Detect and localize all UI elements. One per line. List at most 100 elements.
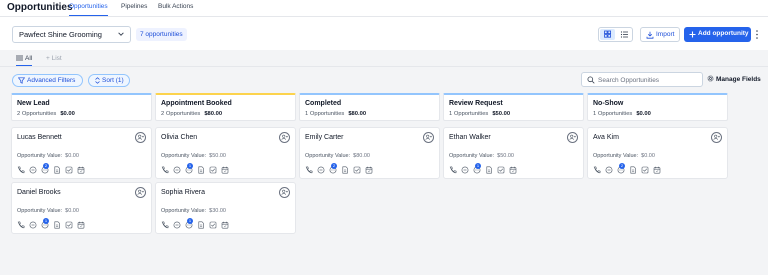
calendar-icon[interactable] [653, 166, 661, 174]
calendar-icon[interactable] [509, 166, 517, 174]
manage-fields-label: Manage Fields [716, 76, 761, 83]
import-button[interactable]: Import [640, 27, 680, 42]
stage-name: Completed [305, 100, 342, 107]
stage-count: 2 Opportunities [17, 111, 57, 117]
assign-user-icon[interactable] [135, 187, 146, 198]
opportunity-value-label: Opportunity Value: [161, 208, 207, 214]
assign-user-icon[interactable] [135, 132, 146, 143]
view-tab-all[interactable]: All [16, 55, 33, 66]
assign-user-icon[interactable] [279, 132, 290, 143]
add-view-tab[interactable]: + List [46, 55, 62, 62]
phone-icon[interactable] [161, 221, 169, 229]
view-tab-list-label: List [51, 55, 62, 62]
checkbox-icon[interactable] [65, 221, 73, 229]
assign-user-icon[interactable] [711, 132, 722, 143]
contact-name: Daniel Brooks [17, 189, 61, 196]
chat-icon[interactable] [29, 166, 37, 174]
stage-header-no-show: No-Show 1 Opportunities $0.00 [587, 93, 728, 121]
message-count-badge: 1 [187, 218, 193, 224]
stage-count: 1 Opportunities [593, 111, 633, 117]
search-box [581, 72, 703, 87]
opportunity-value: $50.00 [497, 153, 514, 159]
more-vertical-icon[interactable] [753, 29, 761, 40]
calendar-icon[interactable] [77, 166, 85, 174]
contact-name: Emily Carter [305, 134, 344, 141]
stage-meta: 2 Opportunities $0.00 [17, 111, 75, 117]
opportunity-card[interactable]: Emily Carter Opportunity Value: $80.00 2 [299, 127, 440, 179]
opportunity-card[interactable]: Lucas Bennett Opportunity Value: $0.00 2 [11, 127, 152, 179]
chat-icon[interactable] [173, 221, 181, 229]
list-view-button[interactable] [617, 29, 632, 40]
contact-name: Ava Kim [593, 134, 619, 141]
opportunity-card[interactable]: Ava Kim Opportunity Value: $0.00 2 [587, 127, 728, 179]
grid-view-button[interactable] [600, 29, 615, 40]
opportunity-card[interactable]: Sophia Rivera Opportunity Value: $30.00 1 [155, 182, 296, 234]
opportunity-card[interactable]: Daniel Brooks Opportunity Value: $0.00 1 [11, 182, 152, 234]
tab-bulk-actions[interactable]: Bulk Actions [158, 3, 193, 15]
assign-user-icon[interactable] [279, 187, 290, 198]
opportunity-value-row: Opportunity Value: $50.00 [449, 153, 514, 159]
chat-icon[interactable] [317, 166, 325, 174]
document-icon[interactable] [341, 166, 349, 174]
document-icon[interactable] [629, 166, 637, 174]
document-icon[interactable] [197, 221, 205, 229]
phone-icon[interactable] [17, 166, 25, 174]
checkbox-icon[interactable] [497, 166, 505, 174]
chat-icon[interactable] [605, 166, 613, 174]
opportunity-value-row: Opportunity Value: $0.00 [17, 208, 79, 214]
phone-icon[interactable] [449, 166, 457, 174]
stage-total: $50.00 [492, 111, 511, 117]
document-icon[interactable] [485, 166, 493, 174]
contact-name: Sophia Rivera [161, 189, 205, 196]
advanced-filters-button[interactable]: Advanced Filters [12, 74, 83, 87]
stage-name: Appointment Booked [161, 100, 232, 107]
top-bar: Opportunities Opportunities Pipelines Bu… [0, 0, 768, 17]
checkbox-icon[interactable] [209, 221, 217, 229]
opportunity-value: $50.00 [209, 153, 226, 159]
opportunity-value-label: Opportunity Value: [17, 208, 63, 214]
document-icon[interactable] [53, 221, 61, 229]
phone-icon[interactable] [161, 166, 169, 174]
opportunity-value-row: Opportunity Value: $80.00 [305, 153, 370, 159]
tab-opportunities[interactable]: Opportunities [69, 3, 108, 16]
tab-pipelines[interactable]: Pipelines [121, 3, 147, 15]
assign-user-icon[interactable] [567, 132, 578, 143]
pipeline-select[interactable]: Pawfect Shine Grooming [12, 26, 131, 43]
contact-name: Olivia Chen [161, 134, 198, 141]
message-count-badge: 1 [187, 163, 193, 169]
manage-fields-button[interactable]: Manage Fields [707, 75, 761, 83]
calendar-icon[interactable] [221, 221, 229, 229]
opportunity-card[interactable]: Olivia Chen Opportunity Value: $50.00 1 [155, 127, 296, 179]
calendar-icon[interactable] [365, 166, 373, 174]
phone-icon[interactable] [17, 221, 25, 229]
opportunity-card[interactable]: Ethan Walker Opportunity Value: $50.00 1 [443, 127, 584, 179]
stage-total: $80.00 [204, 111, 223, 117]
stage-count: 1 Opportunities [305, 111, 345, 117]
checkbox-icon[interactable] [641, 166, 649, 174]
stage-name: No-Show [593, 100, 624, 107]
chat-icon[interactable] [173, 166, 181, 174]
chat-icon[interactable] [29, 221, 37, 229]
stage-total: $80.00 [348, 111, 367, 117]
add-opportunity-button[interactable]: Add opportunity [684, 27, 751, 42]
list-icon [620, 31, 628, 38]
message-count-badge: 2 [331, 163, 337, 169]
filter-icon [18, 77, 25, 84]
checkbox-icon[interactable] [353, 166, 361, 174]
sort-button[interactable]: Sort (1) [88, 74, 130, 87]
calendar-icon[interactable] [77, 221, 85, 229]
chat-icon[interactable] [461, 166, 469, 174]
document-icon[interactable] [197, 166, 205, 174]
opportunity-value-label: Opportunity Value: [161, 153, 207, 159]
document-icon[interactable] [53, 166, 61, 174]
assign-user-icon[interactable] [423, 132, 434, 143]
opportunity-value-label: Opportunity Value: [305, 153, 351, 159]
search-input[interactable] [598, 74, 700, 86]
checkbox-icon[interactable] [65, 166, 73, 174]
phone-icon[interactable] [305, 166, 313, 174]
phone-icon[interactable] [593, 166, 601, 174]
stage-meta: 1 Opportunities $80.00 [305, 111, 366, 117]
chevron-down-icon [118, 32, 124, 36]
checkbox-icon[interactable] [209, 166, 217, 174]
calendar-icon[interactable] [221, 166, 229, 174]
